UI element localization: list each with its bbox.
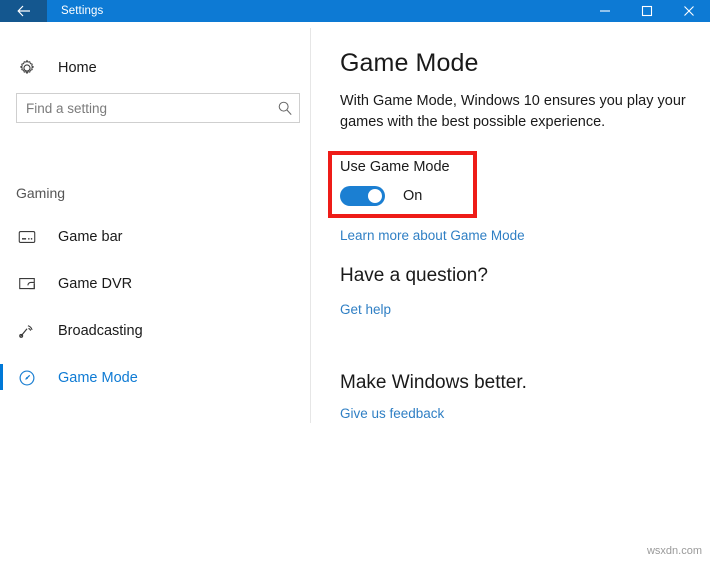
toggle-label: Use Game Mode: [340, 159, 450, 175]
game-mode-gauge-icon: [16, 367, 38, 389]
use-game-mode-toggle[interactable]: [340, 186, 385, 206]
close-button[interactable]: [668, 0, 710, 22]
sidebar-item-broadcasting[interactable]: Broadcasting: [0, 307, 311, 354]
search-input[interactable]: [17, 100, 271, 117]
sidebar-item-label: Game DVR: [58, 276, 132, 292]
sidebar-group-title: Gaming: [16, 185, 65, 201]
sidebar-item-game-dvr[interactable]: Game DVR: [0, 260, 311, 307]
selected-indicator: [0, 364, 3, 390]
get-help-link[interactable]: Get help: [340, 302, 391, 317]
back-button[interactable]: [0, 0, 47, 22]
sidebar-home-label: Home: [58, 60, 97, 76]
sidebar-item-label: Broadcasting: [58, 323, 143, 339]
sidebar-item-game-mode[interactable]: Game Mode: [0, 354, 311, 401]
title-bar: Settings: [0, 0, 710, 22]
maximize-button[interactable]: [626, 0, 668, 22]
watermark: wsxdn.com: [647, 545, 702, 557]
sidebar-item-game-bar[interactable]: Game bar: [0, 213, 311, 260]
gear-icon: [16, 57, 38, 79]
window-title: Settings: [47, 0, 584, 22]
give-us-feedback-link[interactable]: Give us feedback: [340, 406, 444, 421]
page-title: Game Mode: [340, 49, 478, 78]
window-controls: [584, 0, 710, 22]
sidebar-nav-list: Game bar Game DVR Broadca: [0, 213, 311, 401]
toggle-state-label: On: [403, 188, 422, 204]
maximize-icon: [641, 5, 653, 17]
sidebar-item-label: Game Mode: [58, 370, 138, 386]
close-icon: [683, 5, 695, 17]
use-game-mode-toggle-row[interactable]: On: [340, 186, 422, 206]
make-windows-better-heading: Make Windows better.: [340, 372, 527, 394]
game-bar-icon: [16, 226, 38, 248]
sidebar-item-label: Game bar: [58, 229, 122, 245]
sidebar-item-home[interactable]: Home: [16, 53, 97, 83]
sidebar-divider: [310, 28, 311, 423]
sidebar: Home Gaming Game bar: [0, 22, 311, 563]
learn-more-link[interactable]: Learn more about Game Mode: [340, 228, 525, 243]
page-description: With Game Mode, Windows 10 ensures you p…: [340, 91, 696, 133]
back-arrow-icon: [17, 5, 31, 17]
search-box[interactable]: [16, 93, 300, 123]
minimize-button[interactable]: [584, 0, 626, 22]
toggle-knob: [368, 189, 382, 203]
minimize-icon: [599, 6, 611, 16]
search-icon[interactable]: [271, 100, 299, 116]
broadcasting-icon: [16, 320, 38, 342]
have-a-question-heading: Have a question?: [340, 265, 488, 287]
game-dvr-icon: [16, 273, 38, 295]
